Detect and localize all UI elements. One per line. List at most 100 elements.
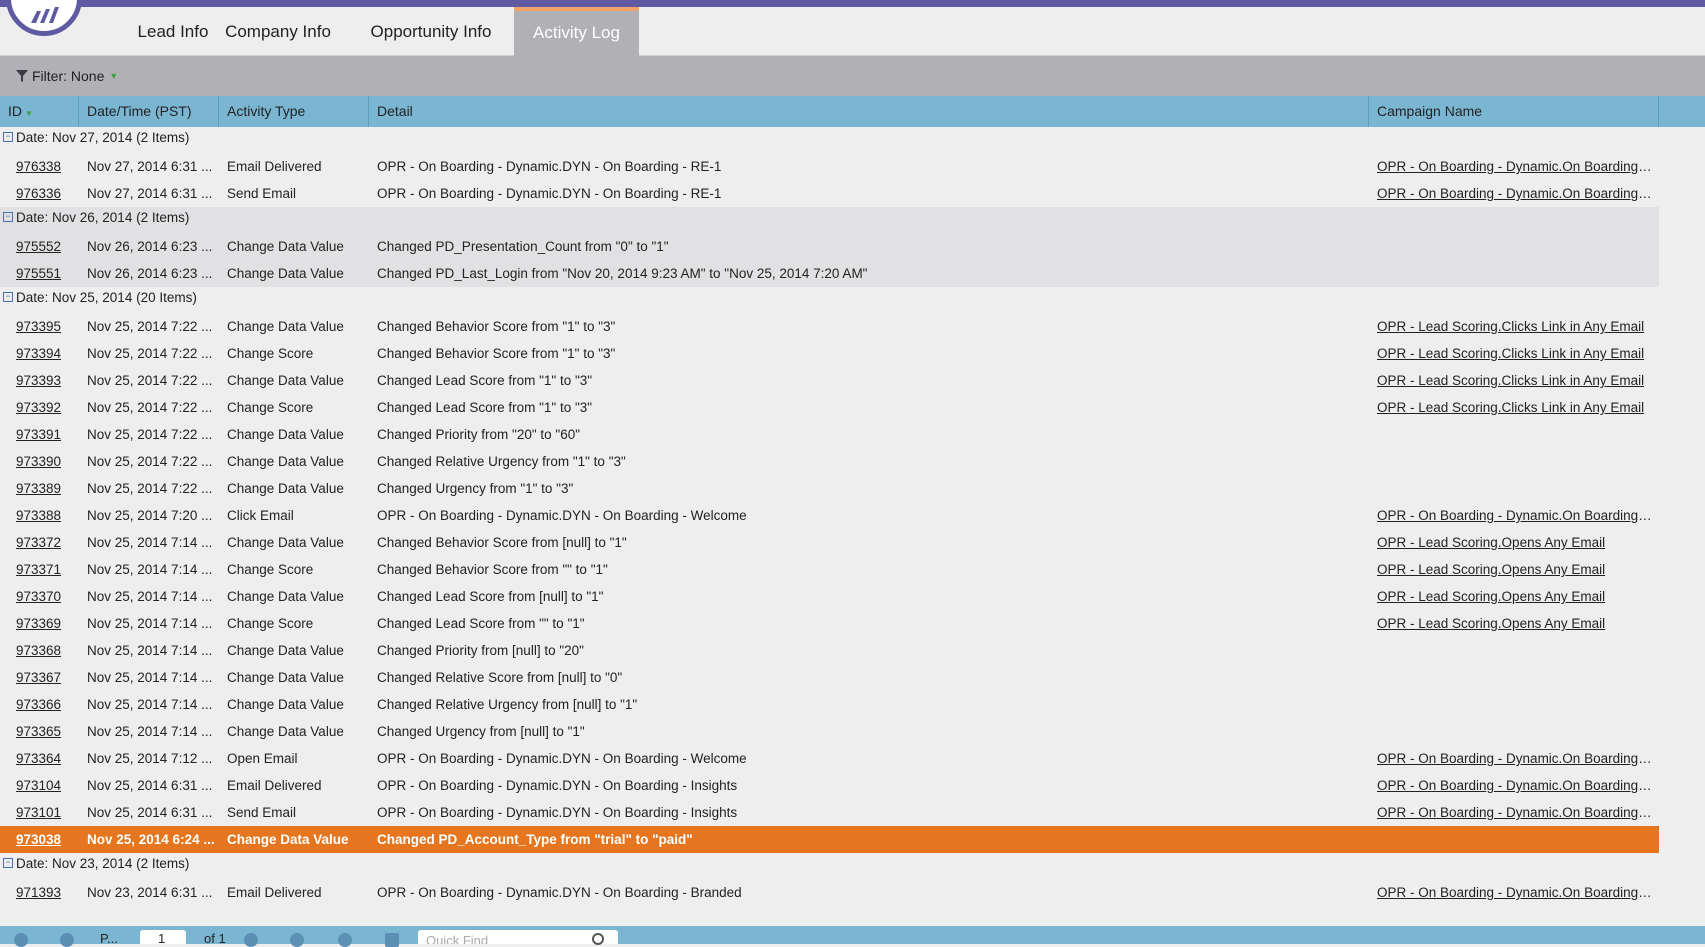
activity-id-link[interactable]: 973395 — [16, 313, 61, 340]
campaign-link[interactable]: OPR - Lead Scoring.Clicks Link in Any Em… — [1377, 340, 1653, 367]
table-row[interactable]: 973370 Nov 25, 2014 7:14 ... Change Data V… — [0, 583, 1659, 610]
table-row[interactable]: 973371 Nov 25, 2014 7:14 ... Change Score C… — [0, 556, 1659, 583]
activity-grid: − Date: Nov 27, 2014 (2 Items) 976338 Nov 2… — [0, 127, 1659, 906]
group-label: Date: Nov 25, 2014 (20 Items) — [16, 290, 197, 305]
activity-id-link[interactable]: 973368 — [16, 637, 61, 664]
chevron-down-icon: ▼ — [109, 71, 119, 81]
table-row[interactable]: 973368 Nov 25, 2014 7:14 ... Change Data V… — [0, 637, 1659, 664]
table-row[interactable]: 971393 Nov 23, 2014 6:31 ... Email Deliver… — [0, 879, 1659, 906]
activity-id-link[interactable]: 975551 — [16, 260, 61, 287]
table-row-selected[interactable]: 973038 Nov 25, 2014 6:24 ... Change Data V… — [0, 826, 1659, 853]
activity-detail: Changed Lead Score from "1" to "3" — [377, 400, 593, 415]
campaign-link[interactable]: OPR - Lead Scoring.Clicks Link in Any Em… — [1377, 394, 1653, 421]
campaign-link[interactable]: OPR - Lead Scoring.Opens Any Email — [1377, 610, 1653, 637]
table-row[interactable]: 973366 Nov 25, 2014 7:14 ... Change Data V… — [0, 691, 1659, 718]
activity-id-link[interactable]: 976338 — [16, 153, 61, 180]
activity-id-link[interactable]: 973390 — [16, 448, 61, 475]
campaign-link[interactable]: OPR - On Boarding - Dynamic.On Boarding … — [1377, 772, 1653, 799]
collapse-icon[interactable]: − — [3, 212, 13, 222]
activity-id-link[interactable]: 973367 — [16, 664, 61, 691]
table-row[interactable]: 973391 Nov 25, 2014 7:22 ... Change Data V… — [0, 421, 1659, 448]
tab-opportunity-info[interactable]: Opportunity Info — [351, 7, 511, 56]
table-row[interactable]: 973393 Nov 25, 2014 7:22 ... Change Data V… — [0, 367, 1659, 394]
activity-id-link[interactable]: 976336 — [16, 180, 61, 207]
campaign-link[interactable]: OPR - Lead Scoring.Opens Any Email — [1377, 529, 1653, 556]
table-row[interactable]: 973392 Nov 25, 2014 7:22 ... Change Score C… — [0, 394, 1659, 421]
activity-detail: Changed PD_Account_Type from "trial" to … — [377, 832, 693, 847]
campaign-link[interactable]: OPR - On Boarding - Dynamic.On Boarding … — [1377, 879, 1653, 906]
table-row[interactable]: 975551 Nov 26, 2014 6:23 ... Change Data V… — [0, 260, 1659, 287]
activity-id-link[interactable]: 973369 — [16, 610, 61, 637]
activity-id-link[interactable]: 973371 — [16, 556, 61, 583]
first-page-icon[interactable] — [14, 933, 28, 947]
campaign-link[interactable]: OPR - On Boarding - Dynamic.On Boarding … — [1377, 745, 1653, 772]
activity-id-link[interactable]: 973038 — [16, 826, 61, 853]
table-row[interactable]: 975552 Nov 26, 2014 6:23 ... Change Data V… — [0, 233, 1659, 260]
group-header[interactable]: − Date: Nov 23, 2014 (2 Items) — [0, 853, 1659, 879]
table-row[interactable]: 973364 Nov 25, 2014 7:12 ... Open Email OPR… — [0, 745, 1659, 772]
activity-id-link[interactable]: 973370 — [16, 583, 61, 610]
activity-id-link[interactable]: 971393 — [16, 879, 61, 906]
export-icon[interactable] — [385, 933, 399, 947]
next-page-icon[interactable] — [244, 933, 258, 947]
activity-id-link[interactable]: 973364 — [16, 745, 61, 772]
col-header-campaign[interactable]: Campaign Name — [1369, 96, 1659, 127]
activity-id-link[interactable]: 975552 — [16, 233, 61, 260]
table-row[interactable]: 976338 Nov 27, 2014 6:31 ... Email Deliver… — [0, 153, 1659, 180]
table-row[interactable]: 973388 Nov 25, 2014 7:20 ... Click Email OP… — [0, 502, 1659, 529]
group-header[interactable]: − Date: Nov 25, 2014 (20 Items) — [0, 287, 1659, 313]
campaign-link[interactable]: OPR - Lead Scoring.Clicks Link in Any Em… — [1377, 367, 1653, 394]
table-row[interactable]: 973389 Nov 25, 2014 7:22 ... Change Data V… — [0, 475, 1659, 502]
activity-type: Change Score — [227, 616, 314, 631]
table-row[interactable]: 973372 Nov 25, 2014 7:14 ... Change Data V… — [0, 529, 1659, 556]
activity-id-link[interactable]: 973372 — [16, 529, 61, 556]
activity-id-link[interactable]: 973392 — [16, 394, 61, 421]
group-header[interactable]: − Date: Nov 27, 2014 (2 Items) — [0, 127, 1659, 153]
table-row[interactable]: 973365 Nov 25, 2014 7:14 ... Change Data V… — [0, 718, 1659, 745]
filter-dropdown[interactable]: Filter: None ▼ — [15, 56, 118, 96]
activity-detail: Changed Relative Urgency from [null] to … — [377, 697, 638, 712]
table-row[interactable]: 973390 Nov 25, 2014 7:22 ... Change Data V… — [0, 448, 1659, 475]
collapse-icon[interactable]: − — [3, 292, 13, 302]
prev-page-icon[interactable] — [60, 933, 74, 947]
activity-id-link[interactable]: 973366 — [16, 691, 61, 718]
table-row[interactable]: 973101 Nov 25, 2014 6:31 ... Send Email OPR… — [0, 799, 1659, 826]
activity-id-link[interactable]: 973388 — [16, 502, 61, 529]
campaign-link[interactable]: OPR - On Boarding - Dynamic.On Boarding … — [1377, 799, 1653, 826]
col-header-id[interactable]: ID ▼ — [0, 96, 79, 127]
refresh-icon[interactable] — [338, 933, 352, 947]
col-header-datetime[interactable]: Date/Time (PST) — [79, 96, 219, 127]
table-row[interactable]: 973104 Nov 25, 2014 6:31 ... Email Deliver… — [0, 772, 1659, 799]
collapse-icon[interactable]: − — [3, 858, 13, 868]
collapse-icon[interactable]: − — [3, 132, 13, 142]
page-input[interactable]: 1 — [140, 930, 186, 944]
tab-company-info[interactable]: Company Info — [204, 7, 352, 56]
campaign-link[interactable]: OPR - On Boarding - Dynamic.On Boarding … — [1377, 502, 1653, 529]
search-icon[interactable] — [592, 933, 604, 945]
tab-activity-log[interactable]: Activity Log — [514, 7, 639, 56]
campaign-link[interactable]: OPR - On Boarding - Dynamic.On Boarding … — [1377, 153, 1653, 180]
table-row[interactable]: 976336 Nov 27, 2014 6:31 ... Send Email OPR… — [0, 180, 1659, 207]
col-header-type[interactable]: Activity Type — [219, 96, 369, 127]
activity-id-link[interactable]: 973394 — [16, 340, 61, 367]
activity-id-link[interactable]: 973391 — [16, 421, 61, 448]
campaign-link[interactable]: OPR - Lead Scoring.Clicks Link in Any Em… — [1377, 313, 1653, 340]
grid-header: ID ▼ Date/Time (PST) Activity Type Detail… — [0, 96, 1705, 127]
activity-id-link[interactable]: 973104 — [16, 772, 61, 799]
activity-id-link[interactable]: 973101 — [16, 799, 61, 826]
campaign-link[interactable]: OPR - On Boarding - Dynamic.On Boarding … — [1377, 180, 1653, 207]
col-header-detail[interactable]: Detail — [369, 96, 1369, 127]
table-row[interactable]: 973369 Nov 25, 2014 7:14 ... Change Score C… — [0, 610, 1659, 637]
table-row[interactable]: 973395 Nov 25, 2014 7:22 ... Change Data V… — [0, 313, 1659, 340]
table-row[interactable]: 973394 Nov 25, 2014 7:22 ... Change Score C… — [0, 340, 1659, 367]
activity-id-link[interactable]: 973365 — [16, 718, 61, 745]
activity-id-link[interactable]: 973393 — [16, 367, 61, 394]
quick-find-input[interactable]: Quick Find — [418, 930, 618, 944]
campaign-link[interactable]: OPR - Lead Scoring.Opens Any Email — [1377, 583, 1653, 610]
activity-id-link[interactable]: 973389 — [16, 475, 61, 502]
table-row[interactable]: 973367 Nov 25, 2014 7:14 ... Change Data V… — [0, 664, 1659, 691]
last-page-icon[interactable] — [290, 933, 304, 947]
group-header[interactable]: − Date: Nov 26, 2014 (2 Items) — [0, 207, 1659, 233]
activity-detail: Changed Behavior Score from "" to "1" — [377, 562, 608, 577]
campaign-link[interactable]: OPR - Lead Scoring.Opens Any Email — [1377, 556, 1653, 583]
